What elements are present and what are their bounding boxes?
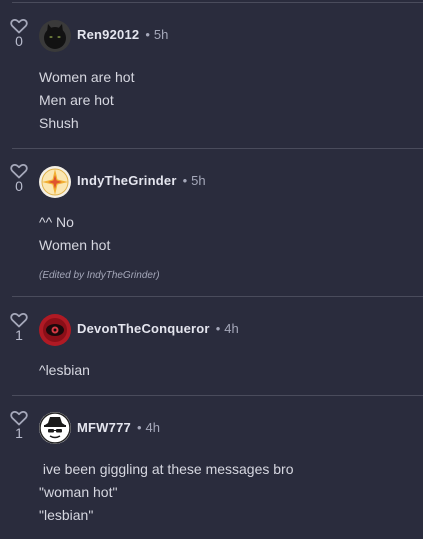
- comment-divider: [12, 395, 423, 396]
- separator-dot: •: [145, 27, 150, 42]
- comment-body: ive been giggling at these messages bro …: [39, 458, 294, 528]
- comment-body: ^lesbian: [39, 359, 90, 382]
- avatar[interactable]: [39, 314, 71, 346]
- timestamp: 5h: [153, 27, 169, 42]
- vote-widget: 0: [10, 18, 28, 48]
- separator-dot: •: [136, 420, 142, 435]
- comment-line: Shush: [39, 115, 79, 132]
- heart-outline-icon[interactable]: [10, 18, 28, 34]
- comment-body: ^^ No Women hot: [39, 211, 110, 257]
- comment-line: "lesbian": [39, 507, 94, 524]
- comment-line: Men are hot: [39, 92, 114, 109]
- vote-widget: 1: [10, 312, 28, 342]
- vote-count: 1: [15, 425, 23, 441]
- comment-body: Women are hot Men are hot Shush: [39, 66, 134, 136]
- red-eye-avatar: [39, 314, 71, 346]
- avatar[interactable]: [39, 412, 71, 444]
- comment-divider: [12, 148, 423, 149]
- username[interactable]: IndyTheGrinder: [77, 173, 177, 188]
- comment-line: ive been giggling at these messages bro: [39, 461, 294, 477]
- heart-outline-icon[interactable]: [10, 163, 28, 179]
- heart-outline-icon[interactable]: [10, 312, 28, 328]
- vote-widget: 0: [10, 163, 28, 193]
- comment-header: MFW777 • 4h: [77, 420, 160, 436]
- comment-line: Women are hot: [39, 69, 135, 85]
- vote-count: 0: [15, 33, 23, 49]
- comment-header: IndyTheGrinder • 5h: [77, 173, 206, 189]
- separator-dot: •: [182, 173, 188, 188]
- avatar[interactable]: [39, 166, 71, 198]
- comment-line: ^lesbian: [39, 362, 90, 378]
- timestamp: 4h: [145, 420, 160, 435]
- username[interactable]: DevonTheConqueror: [77, 321, 210, 336]
- spy-hat-avatar: [39, 412, 71, 444]
- timestamp: 4h: [224, 321, 239, 336]
- vote-count: 1: [15, 327, 23, 343]
- heart-outline-icon[interactable]: [10, 410, 28, 426]
- vote-widget: 1: [10, 410, 28, 440]
- yellow-star-avatar: [39, 166, 71, 198]
- avatar[interactable]: [39, 20, 71, 52]
- comment-line: Women hot: [39, 237, 111, 254]
- vote-count: 0: [15, 178, 23, 194]
- username[interactable]: Ren92012: [77, 27, 139, 42]
- timestamp: 5h: [191, 173, 206, 188]
- separator-dot: •: [215, 321, 221, 336]
- comment-header: Ren92012 • 5h: [77, 27, 168, 43]
- comment-line: ^^ No: [39, 214, 74, 230]
- comment-divider: [12, 296, 423, 297]
- edited-note: (Edited by IndyTheGrinder): [39, 270, 160, 281]
- black-cat-avatar: [39, 20, 71, 52]
- comment-header: DevonTheConqueror • 4h: [77, 321, 239, 337]
- username[interactable]: MFW777: [77, 420, 131, 435]
- comment-line: "woman hot": [39, 484, 118, 501]
- top-divider: [12, 2, 423, 3]
